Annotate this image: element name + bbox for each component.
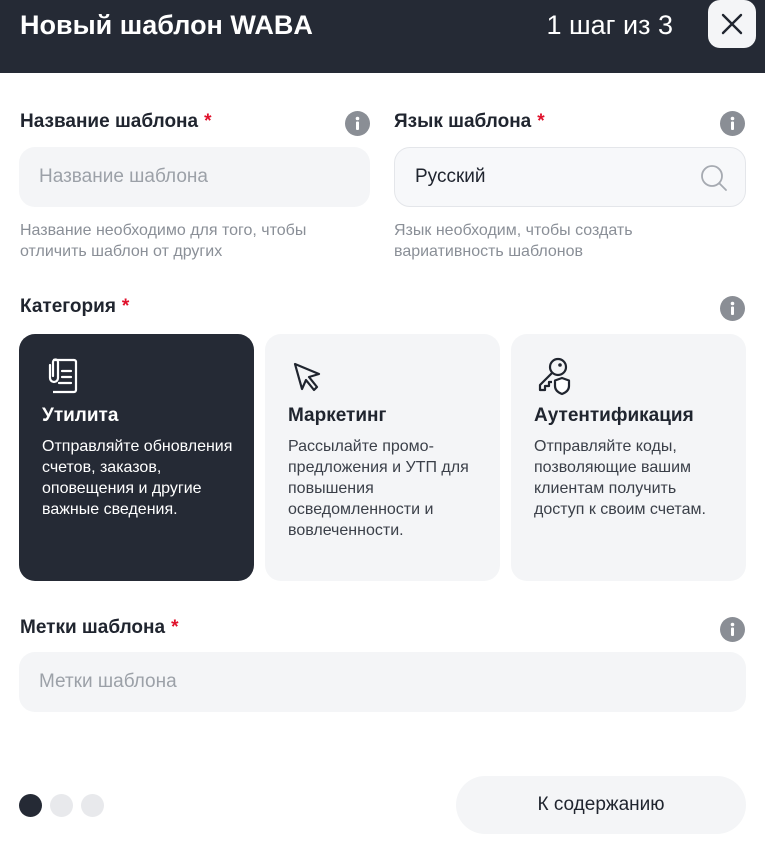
category-description: Отправляйте коды, позволяющие вашим клие… [534,438,706,518]
template-language-label-text: Язык шаблона [394,111,532,132]
template-tags-label: Метки шаблона * [20,616,178,640]
modal-header: Новый шаблон WABA 1 шаг из 3 [0,0,765,73]
template-name-hint: Название необходимо для того, чтобы отли… [20,222,307,260]
template-tags-placeholder: Метки шаблона [39,671,177,692]
category-title: Аутентификация [534,405,694,426]
info-glyph-icon [730,622,735,636]
template-language-label: Язык шаблона * [394,110,545,134]
info-icon[interactable] [345,111,370,136]
document-clip-icon [48,358,78,394]
category-card-utility[interactable]: Утилита Отправляйте обновления счетов, з… [19,334,254,581]
category-title: Маркетинг [288,405,387,426]
required-mark: * [204,111,212,132]
cursor-arrow-icon [293,362,321,392]
category-title: Утилита [42,405,119,426]
close-icon [721,13,743,35]
category-card-authentication[interactable]: Аутентификация Отправляйте коды, позволя… [511,334,746,581]
category-card-marketing[interactable]: Маркетинг Рассылайте промо-предложения и… [265,334,500,581]
template-tags-label-text: Метки шаблона [20,617,166,638]
category-description: Отправляйте обновления счетов, заказов, … [42,438,233,518]
required-mark: * [171,617,179,638]
template-name-label: Название шаблона * [20,110,212,134]
step-indicator: 1 шаг из 3 [546,10,673,40]
category-label-text: Категория [20,296,116,317]
info-glyph-icon [355,116,360,130]
category-label: Категория * [20,295,129,319]
step-dot-2 [50,794,73,817]
key-shield-icon [538,357,571,396]
next-to-content-button[interactable]: К содержанию [456,776,746,834]
category-description: Рассылайте промо-предложения и УТП для п… [288,438,469,539]
modal-title: Новый шаблон WABA [20,10,313,40]
step-dot-3 [81,794,104,817]
required-mark: * [537,111,545,132]
template-name-label-text: Название шаблона [20,111,199,132]
info-icon[interactable] [720,111,745,136]
info-icon[interactable] [720,617,745,642]
template-tags-input[interactable]: Метки шаблона [19,652,746,712]
search-icon [701,165,727,191]
close-button[interactable] [708,0,756,48]
info-glyph-icon [730,301,735,315]
template-language-value: Русский [415,166,486,187]
required-mark: * [121,296,130,317]
template-language-select[interactable]: Русский [394,147,746,207]
info-glyph-icon [730,116,735,130]
template-name-input[interactable]: Название шаблона [19,147,370,207]
info-icon[interactable] [720,296,745,321]
template-language-hint: Язык необходим, чтобы создать вариативно… [394,222,633,260]
template-name-placeholder: Название шаблона [39,166,208,187]
step-dot-1 [19,794,42,817]
